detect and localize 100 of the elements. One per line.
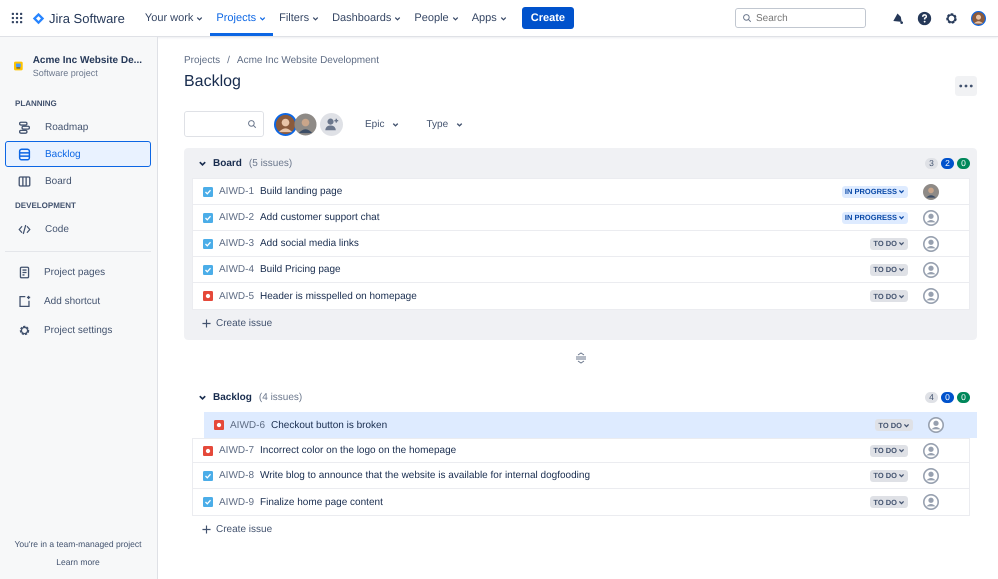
section-heading: DEVELOPMENT [14,200,77,212]
unassigned-avatar-icon[interactable] [923,288,939,304]
unassigned-avatar-icon[interactable] [923,210,939,226]
issue-key: AIWD-9 [219,496,254,508]
create-button[interactable]: Create [522,7,574,29]
issue-key: AIWD-8 [219,470,254,481]
unassigned-avatar-icon[interactable] [923,494,939,510]
issue-key: AIWD-4 [219,264,254,275]
chevron-down-icon [898,188,905,195]
status-count: 0 [957,158,970,168]
issue-key: AIWD-7 [219,445,254,456]
code-icon [18,222,31,236]
stacked-bars-icon [18,120,31,134]
issue-key: AIWD-1 [219,186,254,197]
plus-icon [202,524,211,534]
checkbox-icon [203,186,213,196]
breadcrumb-link[interactable]: Acme Inc Website Development [236,55,380,66]
filter-dropdown[interactable]: Type [418,111,472,137]
search-icon [742,13,752,23]
nav-menu-item[interactable]: Apps [466,0,514,36]
user-avatar-icon[interactable] [971,10,986,26]
nav-menu-item[interactable]: Dashboards [326,0,408,36]
more-icon [959,84,973,88]
issue-summary: Build Pricing page [260,264,341,275]
unassigned-avatar-icon[interactable] [923,468,939,484]
issue-key: AIWD-6 [230,420,265,430]
sidebar-item[interactable]: Backlog [5,141,151,167]
sidebar-link[interactable]: Project settings [5,316,151,344]
issue-summary: Write blog to announce that the website is available for internal dogfooding [260,470,590,481]
unassigned-avatar-icon[interactable] [923,236,939,252]
filter-dropdown[interactable]: Epic [357,111,408,137]
nav-menu-item[interactable]: People [408,0,466,36]
settings-icon[interactable] [944,10,959,26]
bug-icon [203,446,213,456]
user-avatar-icon[interactable] [294,112,317,136]
search-icon [247,119,257,129]
help-icon[interactable] [917,10,932,26]
sidebar-link[interactable]: Project pages [5,258,151,286]
collapse-chevron-icon[interactable] [198,392,207,402]
backlog-search-field[interactable] [184,111,264,137]
issue-summary: Checkout button is broken [271,420,388,430]
nav-menu-item[interactable]: Projects [210,0,274,36]
chevron-down-icon [898,240,905,247]
project-name[interactable]: Acme Inc Website De... [32,55,142,66]
status-count: 3 [925,158,938,168]
unassigned-avatar-icon[interactable] [923,442,939,458]
chevron-down-icon [903,422,910,428]
checkbox-icon [203,238,213,248]
section-heading: PLANNING [14,98,58,110]
chevron-down-icon [898,447,905,454]
status-count: 0 [941,392,954,402]
issue-key: AIWD-5 [219,290,254,302]
app-switcher-icon[interactable] [11,12,23,24]
project-type: Software project [32,68,99,78]
page-icon [18,266,31,278]
sidebar-item[interactable]: Code [5,216,151,242]
create-issue-button[interactable]: Create issue [192,516,282,542]
list-icon [18,148,31,160]
sidebar-item[interactable]: Board [5,168,151,194]
chevron-down-icon [898,498,905,506]
columns-icon [18,174,31,188]
issue-summary: Finalize home page content [260,496,383,508]
plus-icon [202,318,211,328]
assignee-avatar-icon[interactable] [923,184,939,200]
issue-summary: Incorrect color on the logo on the homepage [260,445,456,456]
collapse-chevron-icon[interactable] [198,158,207,168]
nav-menu-item[interactable]: Your work [138,0,210,36]
sidebar-item[interactable]: Roadmap [5,114,151,140]
issue-key: AIWD-3 [219,238,254,249]
nav-menu-item[interactable]: Filters [273,0,326,36]
page-title: Backlog [184,73,241,91]
issue-summary: Add customer support chat [260,212,380,223]
resize-handle-icon[interactable] [574,352,586,364]
issue-count: (5 issues) [248,158,292,168]
chevron-down-icon [898,214,905,221]
add-shortcut-icon [18,294,31,308]
sprint-name: Backlog [213,392,252,402]
breadcrumb-link[interactable]: Projects [184,55,220,66]
product-name[interactable]: Jira Software [49,10,125,26]
create-issue-button[interactable]: Create issue [192,310,282,336]
checkbox-icon [203,212,213,222]
learn-more-link[interactable]: Learn more [56,557,100,567]
chevron-down-icon [898,292,905,300]
chevron-down-icon [898,472,905,479]
bug-icon [214,420,224,430]
team-managed-note: You're in a team-managed project [14,539,142,549]
unassigned-avatar-icon[interactable] [923,262,939,278]
add-people-icon[interactable] [320,112,343,136]
search-field[interactable]: Search [735,8,866,28]
status-count: 0 [957,392,970,402]
unassigned-avatar-icon[interactable] [928,417,944,433]
issue-summary: Header is misspelled on homepage [260,290,417,302]
settings-icon [18,324,31,336]
sidebar-link[interactable]: Add shortcut [5,287,151,315]
sprint-name: Board [213,158,242,168]
issue-summary: Build landing page [260,186,342,197]
checkbox-icon [203,497,213,507]
more-actions-button[interactable] [955,76,977,96]
user-avatar-icon[interactable] [274,112,297,136]
issue-summary: Add social media links [260,238,359,249]
